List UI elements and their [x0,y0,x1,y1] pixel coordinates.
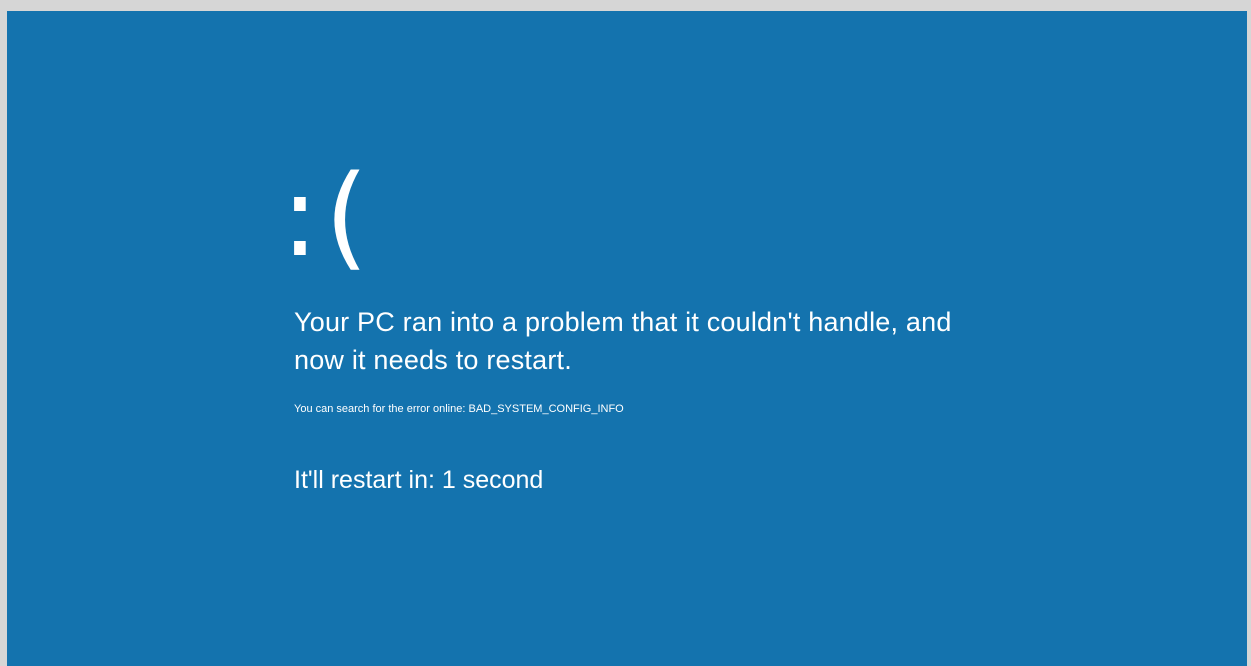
screenshot-frame: :( Your PC ran into a problem that it co… [0,0,1251,666]
restart-countdown: It'll restart in: 1 second [294,466,544,494]
error-search-hint: You can search for the error online: BAD… [294,402,624,416]
error-code: BAD_SYSTEM_CONFIG_INFO [468,403,624,415]
error-message: Your PC ran into a problem that it could… [294,307,952,375]
hint-prefix: You can search for the error online: [294,403,469,415]
blue-screen: :( Your PC ran into a problem that it co… [7,11,1247,666]
error-content: :( Your PC ran into a problem that it co… [281,161,951,494]
sad-face-icon: :( [281,152,375,282]
